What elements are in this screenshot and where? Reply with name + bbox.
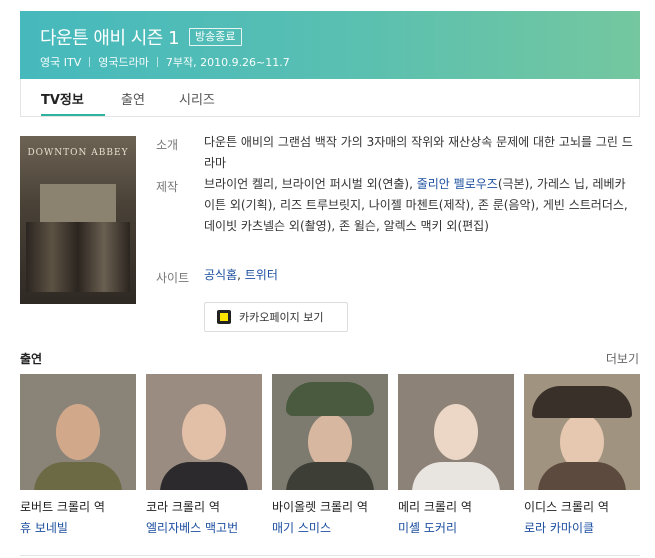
- title-row: 다운튼 애비 시즌 1 방송종료: [40, 24, 242, 50]
- cast-actor-link[interactable]: 매기 스미스: [272, 519, 388, 536]
- poster-title: DOWNTON ABBEY: [27, 148, 129, 158]
- poster-image[interactable]: DOWNTON ABBEY: [20, 136, 136, 304]
- face: [182, 404, 226, 460]
- summary-text: 다운튼 애비의 그랜섬 백작 가의 3자매의 작위와 재산상속 문제에 대한 고…: [204, 135, 633, 170]
- broadcaster: 영국 ITV: [40, 56, 82, 69]
- program-meta: 영국 ITV 영국드라마 7부작, 2010.9.26~11.7: [40, 54, 290, 70]
- cast-role: 바이올렛 크롤리 역: [272, 500, 368, 514]
- tab-cast[interactable]: 출연: [121, 89, 145, 108]
- cast-actor-link[interactable]: 엘리자베스 맥고번: [146, 519, 262, 536]
- hat: [532, 386, 632, 418]
- cast-role: 코라 크롤리 역: [146, 500, 220, 514]
- dress: [412, 462, 500, 490]
- cast-photo[interactable]: [524, 374, 640, 490]
- poster-cast: [26, 222, 130, 292]
- meta-divider: [89, 57, 91, 67]
- status-badge: 방송종료: [189, 28, 242, 46]
- cast-photo[interactable]: [398, 374, 514, 490]
- section-divider: [20, 555, 640, 556]
- cast-photo[interactable]: [272, 374, 388, 490]
- dress: [286, 462, 374, 490]
- hat: [286, 382, 374, 416]
- dress: [538, 462, 626, 490]
- cast-card[interactable]: 로버트 크롤리 역 휴 보네빌: [20, 374, 136, 536]
- cast-role: 로버트 크롤리 역: [20, 500, 105, 514]
- cast-actor-link[interactable]: 로라 카마이클: [524, 519, 640, 536]
- tab-tv-info[interactable]: TV정보: [41, 89, 84, 108]
- program-header: 다운튼 애비 시즌 1 방송종료 영국 ITV 영국드라마 7부작, 2010.…: [20, 11, 640, 79]
- site-separator: ,: [237, 268, 245, 282]
- official-site-link[interactable]: 공식홈: [204, 268, 237, 282]
- cast-card[interactable]: 메리 크롤리 역 미셸 도커리: [398, 374, 514, 536]
- meta-divider: [156, 57, 158, 67]
- active-tab-indicator: [41, 114, 105, 116]
- cast-actor-link[interactable]: 휴 보네빌: [20, 519, 136, 536]
- site-label: 사이트: [156, 271, 190, 285]
- kakao-page-label: 카카오페이지 보기: [239, 311, 324, 324]
- tab-bar: TV정보 출연 시리즈: [20, 79, 640, 117]
- dress: [160, 462, 248, 490]
- cast-photo[interactable]: [146, 374, 262, 490]
- poster-house: [40, 184, 116, 224]
- cast-actor-link[interactable]: 미셸 도커리: [398, 519, 514, 536]
- uniform: [34, 462, 122, 490]
- tab-series[interactable]: 시리즈: [179, 89, 215, 108]
- cast-role: 이디스 크롤리 역: [524, 500, 609, 514]
- cast-card[interactable]: 코라 크롤리 역 엘리자베스 맥고번: [146, 374, 262, 536]
- writer-link[interactable]: 줄리안 펠로우즈: [417, 177, 498, 191]
- kakao-page-icon: [217, 310, 231, 324]
- episodes-dates: 7부작, 2010.9.26~11.7: [165, 56, 290, 69]
- cast-card[interactable]: 이디스 크롤리 역 로라 카마이클: [524, 374, 640, 536]
- twitter-link[interactable]: 트위터: [245, 268, 278, 282]
- summary-label: 소개: [156, 138, 179, 152]
- genre: 영국드라마: [98, 56, 149, 69]
- site-links: 공식홈, 트위터: [204, 265, 634, 286]
- cast-section-title: 출연: [20, 352, 43, 366]
- face: [56, 404, 100, 460]
- program-title: 다운튼 애비 시즌 1: [40, 28, 180, 49]
- credits-text: 브라이언 켈리, 브라이언 퍼시벌 외(연출), 줄리안 펠로우즈(극본), 가…: [204, 174, 634, 237]
- more-cast-link[interactable]: 더보기: [606, 350, 639, 367]
- cast-role: 메리 크롤리 역: [398, 500, 472, 514]
- face: [434, 404, 478, 460]
- cast-photo[interactable]: [20, 374, 136, 490]
- kakao-page-button[interactable]: 카카오페이지 보기: [204, 302, 348, 332]
- credits-label: 제작: [156, 180, 179, 194]
- cast-card[interactable]: 바이올렛 크롤리 역 매기 스미스: [272, 374, 388, 536]
- credits-directors: 브라이언 켈리, 브라이언 퍼시벌 외(연출),: [204, 177, 417, 191]
